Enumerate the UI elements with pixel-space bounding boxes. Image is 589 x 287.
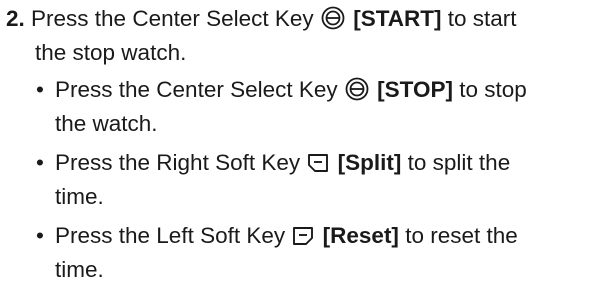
bullet-line: Press the Center Select Key [STOP] to st… bbox=[55, 73, 586, 107]
step-text-pre: Press the Center Select Key bbox=[31, 6, 314, 31]
bullet-text-pre: Press the Right Soft Key bbox=[55, 150, 301, 175]
bullet-line: Press the Right Soft Key [Split] to spli… bbox=[55, 146, 586, 180]
step-number: 2. bbox=[6, 6, 25, 31]
right-soft-key-icon bbox=[307, 152, 329, 174]
bullet-line: Press the Left Soft Key [Reset] to reset… bbox=[55, 219, 586, 253]
start-key-label: [START] bbox=[353, 6, 442, 31]
left-soft-key-icon bbox=[292, 225, 314, 247]
step-line-2: the stop watch. bbox=[35, 40, 187, 65]
bullet-continuation: the watch. bbox=[55, 111, 158, 136]
bullet-reset: • Press the Left Soft Key [Reset] to res… bbox=[6, 219, 586, 287]
sub-bullet-list: • Press the Center Select Key [STOP] to … bbox=[6, 73, 586, 287]
split-key-label: [Split] bbox=[337, 150, 402, 175]
step-line-1: 2. Press the Center Select Key [START] t… bbox=[6, 2, 586, 36]
stop-key-label: [STOP] bbox=[377, 77, 454, 102]
reset-key-label: [Reset] bbox=[322, 223, 399, 248]
bullet-dot: • bbox=[36, 77, 44, 102]
bullet-text-post: to reset the bbox=[405, 223, 518, 248]
instruction-step: 2. Press the Center Select Key [START] t… bbox=[6, 2, 586, 287]
bullet-split: • Press the Right Soft Key [Split] to sp… bbox=[6, 146, 586, 214]
center-select-key-icon bbox=[321, 6, 345, 30]
bullet-text-post: to stop bbox=[459, 77, 527, 102]
bullet-text-pre: Press the Left Soft Key bbox=[55, 223, 286, 248]
bullet-text-post: to split the bbox=[407, 150, 511, 175]
bullet-dot: • bbox=[36, 150, 44, 175]
bullet-stop: • Press the Center Select Key [STOP] to … bbox=[6, 73, 586, 141]
bullet-dot: • bbox=[36, 223, 44, 248]
bullet-continuation: time. bbox=[55, 184, 104, 209]
step-text-post: to start bbox=[447, 6, 517, 31]
bullet-continuation: time. bbox=[55, 257, 104, 282]
bullet-text-pre: Press the Center Select Key bbox=[55, 77, 338, 102]
center-select-key-icon bbox=[345, 77, 369, 101]
